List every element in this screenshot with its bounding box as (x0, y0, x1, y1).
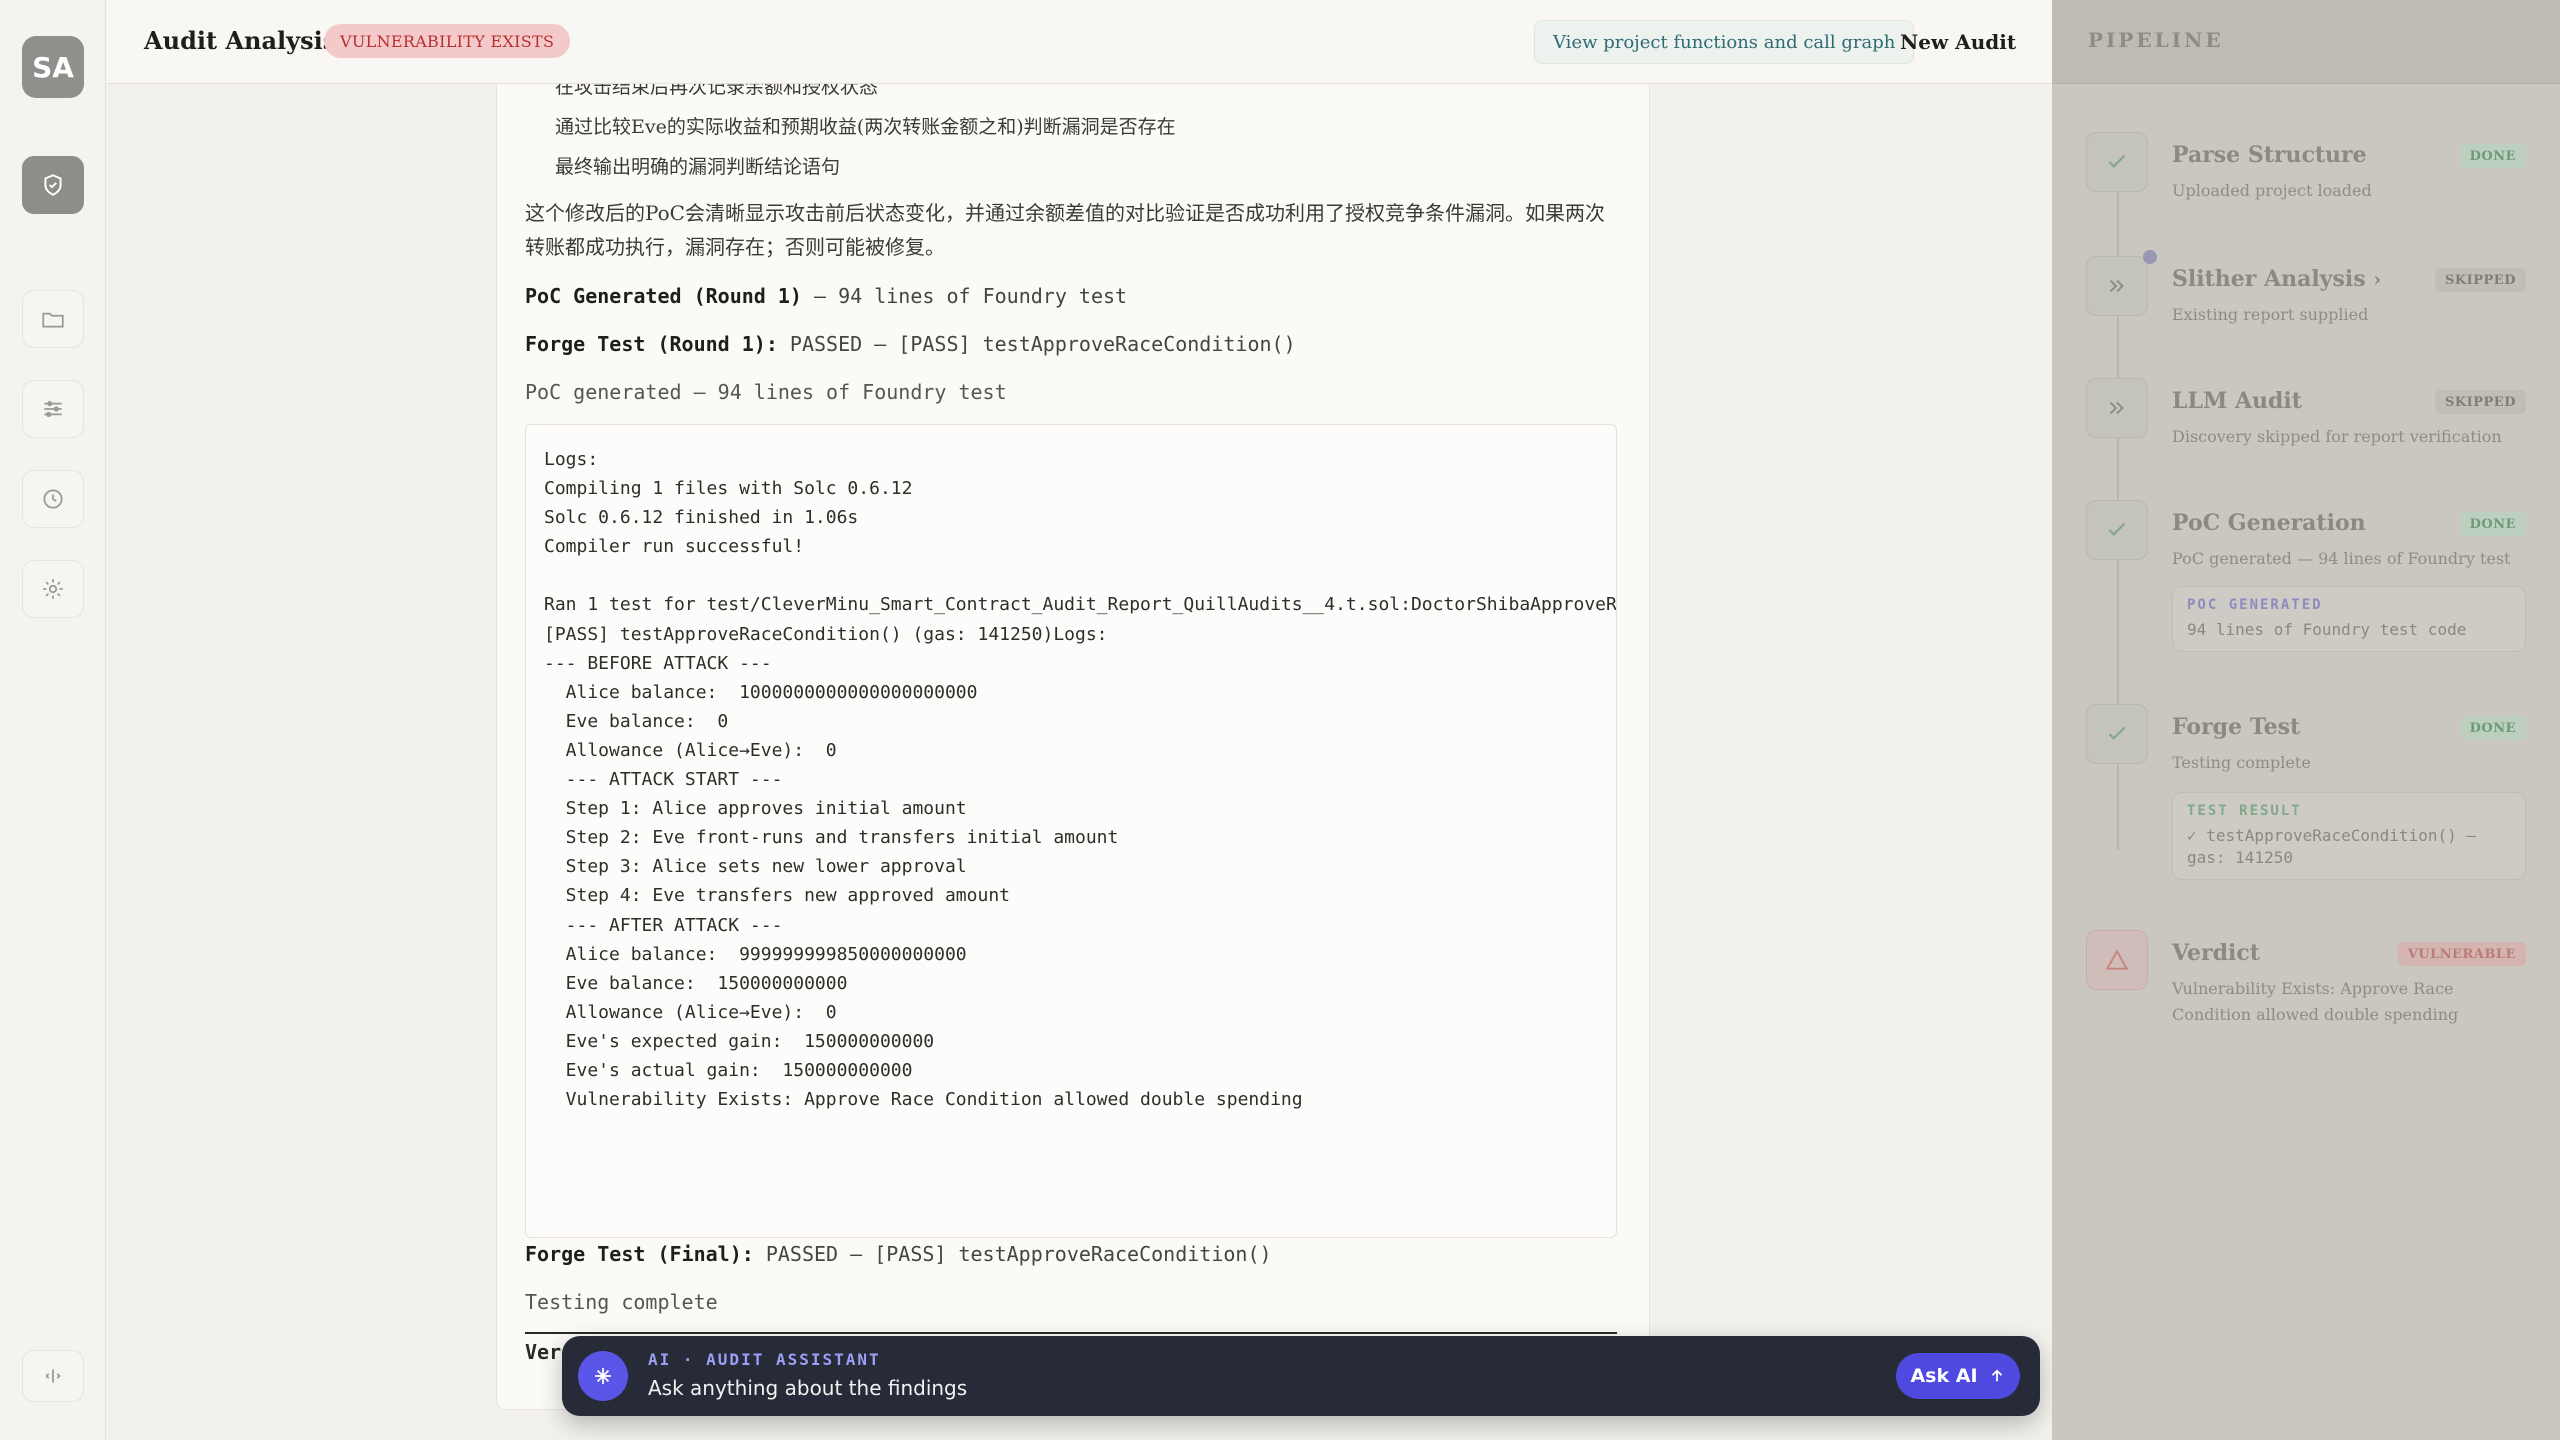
page-title: Audit Analysis (144, 26, 337, 55)
projects-nav-button[interactable] (22, 290, 84, 348)
status-badge: VULNERABILITY EXISTS (324, 24, 571, 58)
step-name: PoC Generation (2172, 510, 2366, 536)
pipeline-panel: PIPELINE Parse Structure DONE Uploaded p… (2052, 0, 2560, 1440)
test-result-card: TEST RESULT ✓ testApproveRaceCondition()… (2172, 792, 2526, 880)
ask-ai-button[interactable]: Ask AI (1896, 1353, 2020, 1399)
step-name: Slither Analysis › (2172, 266, 2381, 292)
step-name: LLM Audit (2172, 388, 2302, 414)
warning-icon (2086, 930, 2148, 990)
subcard-value: ✓ testApproveRaceCondition() — gas: 1412… (2187, 826, 2476, 867)
step-name: Parse Structure (2172, 142, 2367, 168)
poc-generated-card: POC GENERATED 94 lines of Foundry test c… (2172, 586, 2526, 652)
top-bar: Audit Analysis VULNERABILITY EXISTS View… (106, 0, 2052, 84)
skip-icon (2086, 256, 2148, 316)
folder-icon (42, 312, 64, 328)
step-description: Vulnerability Exists: Approve Race Condi… (2172, 979, 2459, 1024)
step-status-badge: SKIPPED (2434, 268, 2526, 292)
analysis-text-line: 通过比较Eve的实际收益和预期收益(两次转账金额之和)判断漏洞是否存在 (555, 116, 1176, 138)
subcard-value: 94 lines of Foundry test code (2187, 620, 2467, 639)
arrow-up-icon (1991, 1369, 2002, 1382)
forge-final-label: Forge Test (Final): (525, 1242, 754, 1266)
settings-nav-button[interactable] (22, 560, 84, 618)
step-status-badge: VULNERABLE (2397, 942, 2526, 966)
forge-final-value: PASSED — [PASS] testApproveRaceCondition… (753, 1242, 1272, 1266)
ask-ai-label: Ask AI (1910, 1365, 1978, 1387)
step-status-badge: DONE (2459, 512, 2526, 536)
check-icon (2086, 500, 2148, 560)
left-rail: SA (0, 0, 106, 1440)
forge-round1-line: Forge Test (Round 1): PASSED — [PASS] te… (525, 332, 1296, 356)
check-icon (2086, 704, 2148, 764)
new-audit-button[interactable]: New Audit (1900, 20, 2016, 64)
skip-icon (2086, 378, 2148, 438)
analysis-text-line: 最终输出明确的漏洞判断结论语句 (555, 156, 841, 178)
subcard-key: TEST RESULT (2187, 803, 2302, 819)
subcard-key: POC GENERATED (2187, 597, 2323, 613)
step-status-badge: DONE (2459, 716, 2526, 740)
chat-kicker: AI · AUDIT ASSISTANT (648, 1350, 881, 1369)
poc-generated-line: PoC generated — 94 lines of Foundry test (525, 380, 1007, 404)
forge-round1-label: Forge Test (Round 1): (525, 332, 778, 356)
collapse-sidebar-button[interactable] (22, 1350, 84, 1402)
progress-dot (2143, 250, 2157, 264)
step-description: PoC generated — 94 lines of Foundry test (2172, 549, 2511, 568)
step-name: Forge Test (2172, 714, 2301, 740)
test-log-output[interactable]: Logs: Compiling 1 files with Solc 0.6.12… (525, 424, 1617, 1238)
step-description: Testing complete (2172, 753, 2311, 772)
test-log-text: Logs: Compiling 1 files with Solc 0.6.12… (544, 449, 1617, 1111)
step-status-badge: SKIPPED (2434, 390, 2526, 414)
gear-icon (43, 579, 63, 599)
ai-assistant-bar[interactable]: AI · AUDIT ASSISTANT Ask anything about … (562, 1336, 2040, 1416)
step-description: Uploaded project loaded (2172, 181, 2372, 200)
avatar[interactable]: SA (22, 36, 84, 98)
poc-round1-value: — 94 lines of Foundry test (801, 284, 1128, 308)
view-call-graph-button[interactable]: View project functions and call graph (1534, 20, 1915, 64)
analysis-text-line: 在攻击结束后再次记录余额和授权状态 (555, 84, 879, 98)
step-name-label: Slither Analysis (2172, 266, 2366, 292)
filters-nav-button[interactable] (22, 380, 84, 438)
audit-nav-button[interactable] (22, 156, 84, 214)
forge-final-line: Forge Test (Final): PASSED — [PASS] test… (525, 1242, 1272, 1266)
forge-round1-value: PASSED — [PASS] testApproveRaceCondition… (777, 332, 1296, 356)
sliders-icon (44, 400, 62, 418)
step-description: Existing report supplied (2172, 305, 2369, 324)
pipeline-title: PIPELINE (2088, 28, 2224, 52)
step-name: Verdict (2172, 940, 2260, 966)
pipeline-header: PIPELINE (2052, 0, 2560, 84)
poc-round1-line: PoC Generated (Round 1) — 94 lines of Fo… (525, 284, 1127, 308)
clock-icon (43, 489, 63, 509)
shield-icon (44, 174, 62, 196)
analysis-card: 在攻击结束后再次记录余额和授权状态 通过比较Eve的实际收益和预期收益(两次转账… (496, 84, 1650, 1410)
step-description: Discovery skipped for report verificatio… (2172, 427, 2502, 446)
collapse-icon (45, 1369, 61, 1383)
step-status-badge: DONE (2459, 144, 2526, 168)
chat-input[interactable]: Ask anything about the findings (648, 1376, 967, 1400)
analysis-paragraph: 这个修改后的PoC会清晰显示攻击前后状态变化，并通过余额差值的对比验证是否成功利… (525, 201, 1605, 259)
poc-round1-label: PoC Generated (Round 1) (525, 284, 802, 308)
check-icon (2086, 132, 2148, 192)
sparkle-icon (578, 1351, 628, 1401)
section-divider (525, 1332, 1617, 1334)
testing-complete-line: Testing complete (525, 1290, 718, 1314)
chevron-right-icon[interactable]: › (2373, 267, 2381, 291)
history-nav-button[interactable] (22, 470, 84, 528)
